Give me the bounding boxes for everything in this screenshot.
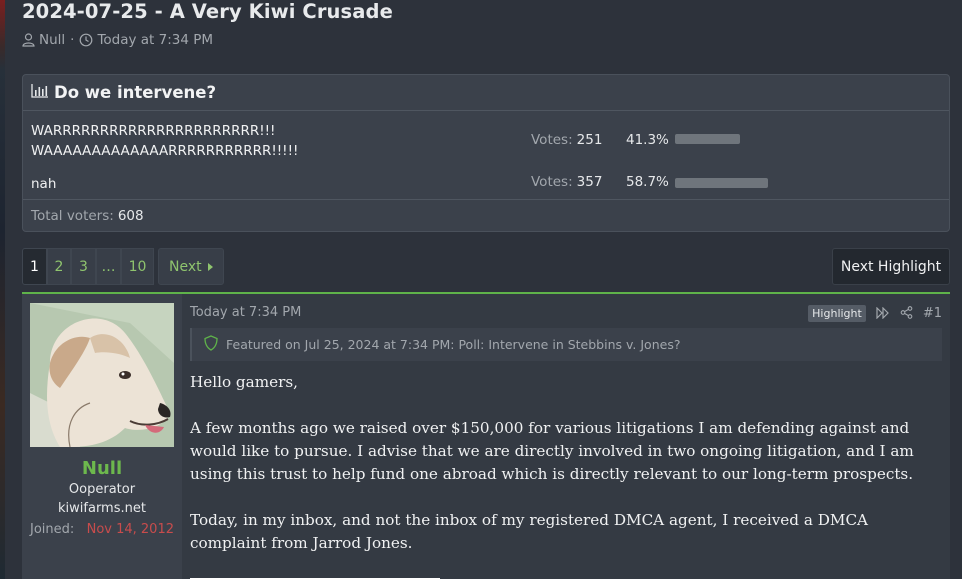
poll-percent: 58.7% (626, 174, 669, 190)
poll-header: Do we intervene? (23, 75, 949, 111)
featured-text: Featured on Jul 25, 2024 at 7:34 PM: Pol… (226, 337, 681, 352)
post-paragraph: Hello gamers, (190, 373, 298, 391)
poll-option-line: WARRRRRRRRRRRRRRRRRRRRRR!!! (31, 123, 276, 139)
votes-label: Votes: (531, 132, 573, 148)
pagination: 1 2 3 … 10 Next (22, 248, 224, 285)
clock-icon (79, 33, 93, 47)
next-label: Next (169, 258, 202, 275)
poll-votes: Votes: 251 (531, 132, 602, 148)
page-10[interactable]: 10 (121, 248, 154, 285)
user-icon (22, 33, 35, 47)
caret-right-icon (207, 259, 213, 275)
poll-bar-fill (675, 134, 741, 144)
poll-option: WARRRRRRRRRRRRRRRRRRRRRR!!! WAAAAAAAAAAA… (23, 121, 949, 163)
votes-count: 357 (576, 174, 603, 190)
thread-meta: Null · Today at 7:34 PM (22, 31, 213, 49)
joined-label: Joined: (30, 522, 75, 537)
shield-icon (204, 335, 218, 354)
featured-notice: Featured on Jul 25, 2024 at 7:34 PM: Pol… (190, 328, 942, 361)
thread-author[interactable]: Null (39, 32, 65, 48)
poll-bar-fill (675, 178, 768, 188)
poll-option-text: WARRRRRRRRRRRRRRRRRRRRRR!!! WAAAAAAAAAAA… (31, 121, 298, 161)
post-user-column: Null Ooperator kiwifarms.net Joined: Nov… (22, 294, 182, 579)
total-voters-count: 608 (117, 208, 144, 224)
poll-option-line: WAAAAAAAAAAAAARRRRRRRRRRR!!!!! (31, 143, 299, 159)
votes-label: Votes: (531, 174, 573, 190)
joined-date: Nov 14, 2012 (86, 522, 174, 537)
thread-title: 2024-07-25 - A Very Kiwi Crusade (22, 0, 393, 23)
page-3[interactable]: 3 (71, 248, 96, 285)
post-number[interactable]: #1 (923, 306, 942, 321)
thread-time[interactable]: Today at 7:34 PM (97, 32, 213, 48)
page-1[interactable]: 1 (22, 248, 47, 285)
post-paragraph: Today, in my inbox, and not the inbox of… (190, 511, 869, 552)
highlight-badge: Highlight (808, 305, 866, 322)
poll-block: Do we intervene? WARRRRRRRRRRRRRRRRRRRRR… (22, 74, 950, 232)
share-icon[interactable] (900, 304, 913, 323)
total-voters-label: Total voters: (31, 208, 114, 224)
meta-separator: · (70, 32, 75, 48)
poll-votes: Votes: 357 (531, 174, 602, 190)
votes-count: 251 (576, 132, 603, 148)
post-paragraph: A few months ago we raised over $150,000… (190, 419, 914, 483)
poll-total: Total voters: 608 (23, 199, 949, 232)
bar-chart-icon (31, 83, 49, 102)
user-title: Ooperator (68, 482, 136, 497)
next-highlight-button[interactable]: Next Highlight (832, 248, 950, 285)
next-page-button[interactable]: Next (158, 248, 224, 285)
poll-option-text: nah (31, 176, 57, 192)
poll-bar (675, 178, 833, 188)
post-actions: Highlight #1 (808, 304, 942, 323)
jump-forward-icon[interactable] (876, 304, 890, 323)
post-body: Hello gamers, A few months ago we raised… (190, 371, 946, 578)
poll-option: nah Votes: 357 58.7% (23, 173, 949, 195)
browser-left-edge (0, 0, 5, 579)
page-ellipsis[interactable]: … (96, 248, 121, 285)
poll-percent: 41.3% (626, 132, 669, 148)
user-avatar[interactable] (30, 303, 174, 447)
poll-question: Do we intervene? (54, 83, 217, 102)
post-username[interactable]: Null (22, 458, 182, 479)
page-2[interactable]: 2 (47, 248, 71, 285)
post: Null Ooperator kiwifarms.net Joined: Nov… (22, 292, 950, 579)
poll-bar (675, 134, 833, 144)
post-time[interactable]: Today at 7:34 PM (190, 305, 301, 320)
user-banner: kiwifarms.net (58, 501, 146, 516)
